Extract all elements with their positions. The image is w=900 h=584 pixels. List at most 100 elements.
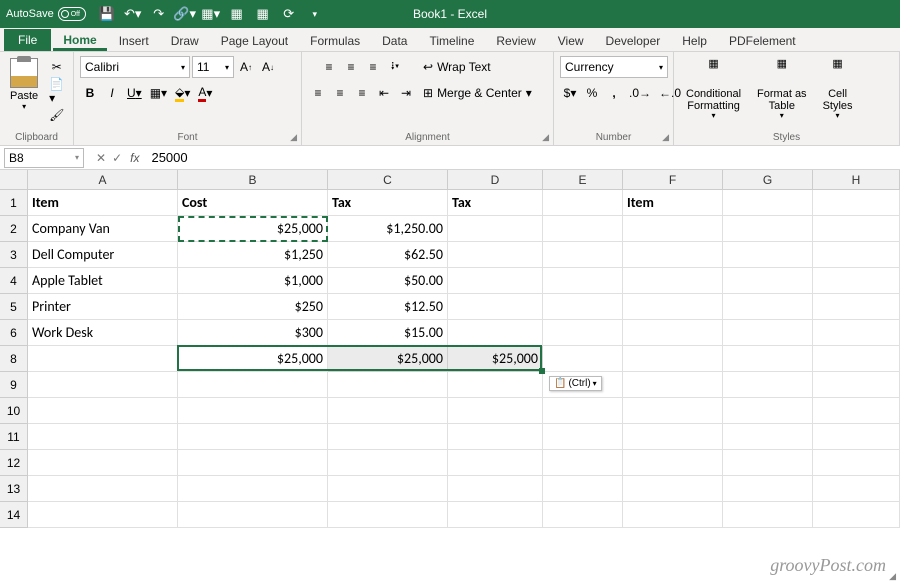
cell[interactable] <box>543 320 623 346</box>
comma-icon[interactable]: , <box>604 82 624 104</box>
cell[interactable] <box>813 294 900 320</box>
col-header[interactable]: D <box>448 170 543 190</box>
row-header[interactable]: 5 <box>0 294 28 320</box>
align-right-icon[interactable]: ≡ <box>352 82 372 104</box>
cell[interactable] <box>813 372 900 398</box>
cell[interactable]: $15.00 <box>328 320 448 346</box>
cell[interactable] <box>178 450 328 476</box>
tab-help[interactable]: Help <box>672 30 717 51</box>
row-header[interactable]: 3 <box>0 242 28 268</box>
col-header[interactable]: F <box>623 170 723 190</box>
qat-more-icon[interactable]: ▾ <box>306 5 324 23</box>
cell[interactable] <box>723 190 813 216</box>
align-middle-icon[interactable]: ≡ <box>341 56 361 78</box>
cell[interactable] <box>448 502 543 528</box>
row-header[interactable]: 11 <box>0 424 28 450</box>
cell[interactable] <box>543 268 623 294</box>
name-box[interactable]: B8▾ <box>4 148 84 168</box>
col-header[interactable]: G <box>723 170 813 190</box>
currency-icon[interactable]: $▾ <box>560 82 580 104</box>
cell[interactable] <box>723 242 813 268</box>
merge-center-button[interactable]: ⊞ Merge & Center ▾ <box>420 82 535 104</box>
row-header[interactable]: 10 <box>0 398 28 424</box>
cell[interactable] <box>28 424 178 450</box>
cell[interactable] <box>543 216 623 242</box>
row-header[interactable]: 2 <box>0 216 28 242</box>
cell[interactable] <box>623 372 723 398</box>
grid2-icon[interactable]: ▦ <box>254 5 272 23</box>
cell[interactable] <box>28 476 178 502</box>
cell-styles-button[interactable]: ▦Cell Styles▾ <box>817 56 859 123</box>
cell[interactable] <box>328 398 448 424</box>
cell[interactable] <box>813 476 900 502</box>
tab-home[interactable]: Home <box>53 29 106 51</box>
tab-data[interactable]: Data <box>372 30 417 51</box>
fill-color-icon[interactable]: ⬙▾ <box>172 82 193 104</box>
cell[interactable] <box>28 398 178 424</box>
cell[interactable] <box>328 424 448 450</box>
cell[interactable]: $62.50 <box>328 242 448 268</box>
cell[interactable]: Company Van <box>28 216 178 242</box>
cell[interactable] <box>543 346 623 372</box>
cell[interactable] <box>328 502 448 528</box>
link-icon[interactable]: 🔗▾ <box>176 5 194 23</box>
redo-icon[interactable]: ↷ <box>150 5 168 23</box>
underline-button[interactable]: U▾ <box>124 82 145 104</box>
cell[interactable] <box>328 476 448 502</box>
refresh-icon[interactable]: ⟳ <box>280 5 298 23</box>
cell[interactable]: Tax <box>328 190 448 216</box>
row-header[interactable]: 14 <box>0 502 28 528</box>
cell[interactable] <box>543 502 623 528</box>
font-name-select[interactable]: Calibri▾ <box>80 56 190 78</box>
tab-draw[interactable]: Draw <box>161 30 209 51</box>
row-header[interactable]: 9 <box>0 372 28 398</box>
cell[interactable]: Printer <box>28 294 178 320</box>
italic-button[interactable]: I <box>102 82 122 104</box>
cell[interactable] <box>723 294 813 320</box>
paste-options-button[interactable]: 📋(Ctrl)▾ <box>549 376 602 391</box>
cell[interactable]: $1,250.00 <box>328 216 448 242</box>
cell[interactable]: $300 <box>178 320 328 346</box>
cell[interactable]: $25,000 <box>178 216 328 242</box>
row-header[interactable]: 12 <box>0 450 28 476</box>
cell[interactable] <box>178 398 328 424</box>
cell[interactable] <box>723 346 813 372</box>
col-header[interactable]: A <box>28 170 178 190</box>
cell[interactable] <box>28 372 178 398</box>
bold-button[interactable]: B <box>80 82 100 104</box>
cell[interactable] <box>813 242 900 268</box>
row-header[interactable]: 6 <box>0 320 28 346</box>
cell[interactable] <box>723 372 813 398</box>
enter-icon[interactable]: ✓ <box>112 151 122 165</box>
cell[interactable] <box>178 372 328 398</box>
cell[interactable]: Cost <box>178 190 328 216</box>
cell[interactable]: Dell Computer <box>28 242 178 268</box>
cell[interactable] <box>28 502 178 528</box>
cell[interactable] <box>328 372 448 398</box>
autosave-toggle[interactable]: AutoSave Off <box>6 7 86 21</box>
cell[interactable] <box>28 450 178 476</box>
tab-review[interactable]: Review <box>486 30 545 51</box>
cell[interactable]: $25,000 <box>178 346 328 372</box>
cell[interactable] <box>448 242 543 268</box>
cell[interactable]: Tax <box>448 190 543 216</box>
orientation-icon[interactable]: ⭭▾ <box>385 56 405 78</box>
paste-button[interactable]: Paste ▾ <box>6 56 42 113</box>
col-header[interactable]: C <box>328 170 448 190</box>
cell[interactable]: Apple Tablet <box>28 268 178 294</box>
cell[interactable] <box>813 502 900 528</box>
cell[interactable] <box>623 502 723 528</box>
wrap-text-button[interactable]: ↩ Wrap Text <box>420 56 494 78</box>
tab-developer[interactable]: Developer <box>596 30 671 51</box>
cell[interactable] <box>28 346 178 372</box>
grid-icon[interactable]: ▦ <box>228 5 246 23</box>
tab-timeline[interactable]: Timeline <box>419 30 484 51</box>
cancel-icon[interactable]: ✕ <box>96 151 106 165</box>
cell[interactable] <box>813 190 900 216</box>
increase-font-icon[interactable]: A↑ <box>236 56 256 78</box>
align-left-icon[interactable]: ≡ <box>308 82 328 104</box>
cell[interactable] <box>328 450 448 476</box>
cell[interactable] <box>813 268 900 294</box>
cell[interactable]: Item <box>28 190 178 216</box>
increase-indent-icon[interactable]: ⇥ <box>396 82 416 104</box>
